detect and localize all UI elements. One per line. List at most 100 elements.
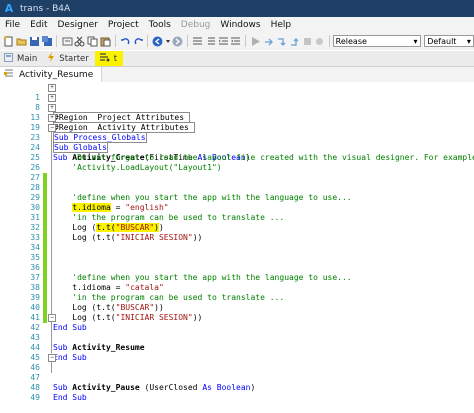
code-line: 25 'Activity.LoadLayout("Layout1") <box>0 143 474 172</box>
build-config-value: Release <box>335 36 367 46</box>
code-line: 49 <box>0 383 474 402</box>
toolbar: Release ▾ Default ▾ <box>0 32 474 50</box>
toolbar-separator <box>114 35 116 47</box>
outdent-icon[interactable] <box>230 35 242 48</box>
menu-tools[interactable]: Tools <box>144 20 176 30</box>
expand-icon[interactable]: + <box>48 84 56 92</box>
module-tab-bar: Main Starter t <box>0 51 474 67</box>
step-in-icon[interactable] <box>275 35 287 48</box>
indent-icon[interactable] <box>217 35 229 48</box>
menu-edit[interactable]: Edit <box>25 20 52 30</box>
menu-file[interactable]: File <box>0 20 25 30</box>
new-file-icon[interactable] <box>3 35 15 48</box>
code-line: 34 <box>0 233 474 263</box>
code-line: 13 + Sub Process_Globals <box>0 103 474 143</box>
tab-label: Main <box>17 53 38 64</box>
code-line: 24 'Do not forget to load the layout fil… <box>0 133 474 162</box>
code-line: 30 Log (t.t("BUSCAR")) <box>0 193 474 232</box>
code-line: 41 <box>0 303 474 322</box>
code-line: 32 <box>0 213 474 243</box>
cut-icon[interactable] <box>74 35 86 48</box>
stop-icon[interactable] <box>301 35 313 48</box>
save-icon[interactable] <box>29 35 41 48</box>
breakpoint-icon[interactable] <box>314 35 326 48</box>
device-value: Default <box>427 36 457 46</box>
code-line: 46 − Sub Activity_Pause (UserClosed As B… <box>0 353 474 392</box>
menu-designer[interactable]: Designer <box>53 20 103 30</box>
keyword: End Sub <box>53 393 87 402</box>
sub-navigator-bar: Activity_Resume <box>0 67 474 83</box>
toolbar-separator <box>56 35 58 47</box>
code-line: 38 Log (t.t("BUSCAR")) <box>0 273 474 312</box>
uncomment-block-icon[interactable] <box>204 35 216 48</box>
code-editor[interactable]: 1 + #Region Project Attributes 8 + #Regi… <box>0 82 474 402</box>
expand-icon[interactable]: + <box>48 114 56 122</box>
code-line: 1 + #Region Project Attributes <box>0 83 474 123</box>
tab-activity-resume[interactable]: Activity_Resume <box>0 67 103 82</box>
tab-starter[interactable]: Starter <box>43 51 95 66</box>
navigate-back-icon[interactable] <box>152 35 164 48</box>
code-line: 26 <box>0 153 474 183</box>
toolbar-separator <box>244 35 246 47</box>
paste-icon[interactable] <box>100 35 112 48</box>
undo-icon[interactable] <box>119 35 131 48</box>
code-line: 44 End Sub <box>0 333 474 362</box>
step-over-icon[interactable] <box>263 35 275 48</box>
window-title: trans - B4A <box>20 3 71 14</box>
collapse-icon[interactable]: − <box>48 314 56 322</box>
chevron-down-icon: ▾ <box>413 36 418 46</box>
line-number: 49 <box>30 393 40 402</box>
menu-bar: File Edit Designer Project Tools Debug W… <box>0 17 474 32</box>
tab-main[interactable]: Main <box>0 51 43 66</box>
toolbar-separator <box>147 35 148 47</box>
code-line: 42 − Sub Activity_Resume <box>0 313 474 352</box>
lightning-icon <box>47 52 55 65</box>
tab-t[interactable]: t <box>94 51 124 66</box>
code-line: 29 'in the program can be used to transl… <box>0 183 474 222</box>
code-line: 45 <box>0 343 474 362</box>
chevron-down-icon: ▾ <box>466 36 471 46</box>
sub-icon <box>4 69 15 81</box>
menu-debug[interactable]: Debug <box>176 20 216 30</box>
step-out-icon[interactable] <box>288 35 300 48</box>
toolbar-separator <box>328 35 330 47</box>
code-line: 31 Log (t.t("INICIAR SESION")) <box>0 203 474 242</box>
code-line: 27 'define when you start the app with t… <box>0 163 474 202</box>
code-line: 8 + #Region Activity Attributes <box>0 93 474 133</box>
code-line: 28 t.idioma = "english" <box>0 173 474 212</box>
device-select[interactable]: Default ▾ <box>424 35 474 47</box>
code-line: 36 t.idioma = "catala" <box>0 253 474 292</box>
module-icon <box>4 52 13 65</box>
code-line: 43 <box>0 323 474 342</box>
code-line: 19 + Sub Globals <box>0 113 474 153</box>
code-line: 39 Log (t.t("INICIAR SESION")) <box>0 283 474 322</box>
menu-windows[interactable]: Windows <box>215 20 265 30</box>
menu-project[interactable]: Project <box>103 20 144 30</box>
code-line: 23 − Sub Activity_Create(FirstTime As Bo… <box>0 123 474 162</box>
save-all-icon[interactable] <box>41 35 53 48</box>
expand-icon[interactable]: + <box>48 94 56 102</box>
navigate-dropdown-icon[interactable] <box>165 35 171 48</box>
menu-help[interactable]: Help <box>266 20 297 30</box>
build-config-select[interactable]: Release ▾ <box>332 35 421 47</box>
code-line: 47 <box>0 363 474 382</box>
code-line: 35 'define when you start the app with t… <box>0 243 474 282</box>
navigate-forward-icon[interactable] <box>172 35 184 48</box>
open-folder-icon[interactable] <box>16 35 28 48</box>
tab-label: Starter <box>59 53 89 64</box>
toolbar-separator <box>186 35 188 47</box>
tab-label: t <box>113 53 118 64</box>
title-bar: A trans - B4A <box>0 0 474 17</box>
copy-icon[interactable] <box>87 35 99 48</box>
collapse-icon[interactable]: − <box>48 354 56 362</box>
tab-label: Activity_Resume <box>19 69 94 80</box>
code-line: 48 End Sub <box>0 373 474 402</box>
run-icon[interactable] <box>250 35 262 48</box>
code-line: 40 End Sub <box>0 293 474 332</box>
expand-icon[interactable]: + <box>48 104 56 112</box>
comment-block-icon[interactable] <box>192 35 204 48</box>
code-line: 37 'in the program can be used to transl… <box>0 263 474 302</box>
redo-icon[interactable] <box>132 35 144 48</box>
export-icon[interactable] <box>61 35 73 48</box>
collapse-icon[interactable]: − <box>48 124 56 132</box>
